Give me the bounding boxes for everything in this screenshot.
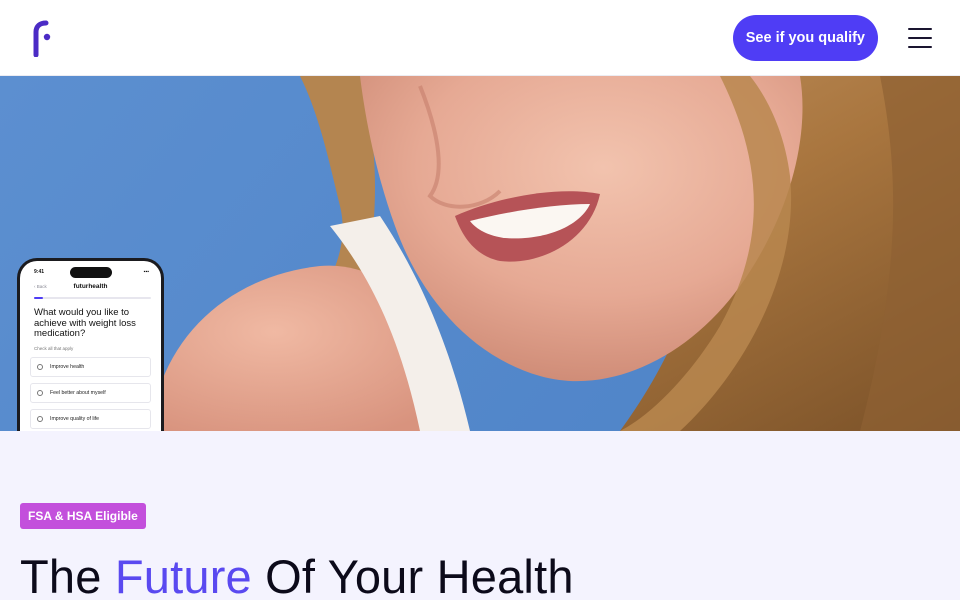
logo-icon: [33, 20, 51, 57]
hamburger-menu-icon[interactable]: [908, 26, 934, 50]
phone-question: What would you like to achieve with weig…: [34, 307, 136, 339]
page-headline: The Future Of Your Health: [20, 549, 574, 600]
phone-option-label: Improve quality of life: [50, 415, 100, 422]
phone-signal-icon: ▪▪▪: [143, 268, 149, 275]
hero-section: 9:41 ▪▪▪ ‹ Back futurhealth What would y…: [0, 76, 960, 431]
fsa-hsa-badge: FSA & HSA Eligible: [20, 503, 146, 529]
radio-icon: [37, 363, 43, 370]
phone-option-label: Feel better about myself: [50, 389, 106, 396]
phone-back-link: ‹ Back: [34, 283, 47, 289]
phone-time: 9:41: [34, 268, 45, 275]
logo-link[interactable]: [30, 19, 54, 57]
menu-bar: [908, 45, 932, 48]
radio-icon: [37, 389, 43, 396]
headline-part-2: Of Your Health: [251, 550, 574, 600]
intro-section: FSA & HSA Eligible The Future Of Your He…: [0, 431, 960, 600]
phone-brand: futurhealth: [73, 282, 108, 290]
phone-screen: 9:41 ▪▪▪ ‹ Back futurhealth What would y…: [20, 261, 161, 431]
phone-progress-bar: [34, 297, 151, 299]
phone-progress-fill: [34, 297, 44, 299]
phone-mockup: 9:41 ▪▪▪ ‹ Back futurhealth What would y…: [17, 258, 164, 431]
phone-notch: [69, 267, 112, 278]
phone-nav: ‹ Back futurhealth: [34, 281, 149, 291]
site-header: See if you qualify: [0, 0, 960, 76]
menu-bar: [908, 27, 932, 30]
headline-accent: Future: [114, 550, 252, 600]
see-if-you-qualify-button[interactable]: See if you qualify: [732, 14, 878, 61]
phone-option: Improve health: [30, 356, 151, 377]
menu-bar: [908, 36, 932, 39]
radio-icon: [37, 415, 43, 422]
phone-back-label: Back: [36, 283, 47, 289]
headline-part-1: The: [20, 550, 115, 600]
phone-hint: Check all that apply: [34, 345, 74, 351]
phone-option: Feel better about myself: [30, 382, 151, 403]
header-actions: See if you qualify: [732, 14, 934, 61]
phone-option-label: Improve health: [50, 363, 85, 370]
phone-option: Improve quality of life: [30, 408, 151, 429]
